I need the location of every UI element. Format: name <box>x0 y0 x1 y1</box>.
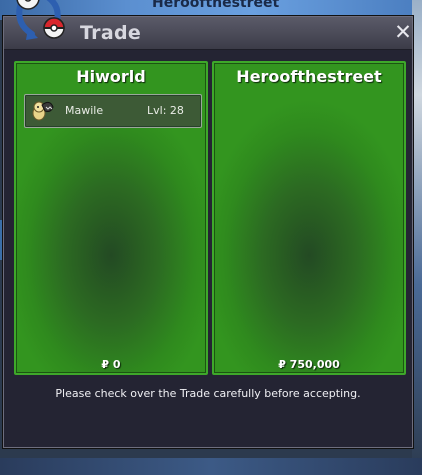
partner-offer-panel: Heroofthestreet ₽ 750,000 <box>212 61 406 375</box>
my-money-offer: ₽ 0 <box>101 358 121 371</box>
partner-trainer-name: Heroofthestreet <box>236 67 382 86</box>
pokemon-level: Lvl: 28 <box>147 104 184 117</box>
window-title: Trade <box>80 22 142 44</box>
close-button[interactable]: ✕ <box>393 22 413 43</box>
pokemon-name: Mawile <box>65 104 104 117</box>
partner-money-offer: ₽ 750,000 <box>278 358 340 371</box>
offered-pokemon-slot[interactable]: Mawile Lvl: 28 <box>24 94 202 128</box>
my-trainer-name: Hiworld <box>76 67 146 86</box>
game-world-edge <box>412 0 422 475</box>
game-world-bottom <box>0 458 422 475</box>
world-player-name: Heroofthestreet <box>152 0 280 11</box>
my-offer-panel: Hiworld Mawile Lvl: 28 ₽ 0 <box>14 61 208 375</box>
trade-warning-text: Please check over the Trade carefully be… <box>55 387 361 400</box>
trade-pokeballs-icon <box>16 0 65 40</box>
trade-window: Trade ✕ Hiworld Mawile Lvl: 28 ₽ 0 Heroo… <box>3 16 413 448</box>
mawile-icon <box>32 101 54 121</box>
